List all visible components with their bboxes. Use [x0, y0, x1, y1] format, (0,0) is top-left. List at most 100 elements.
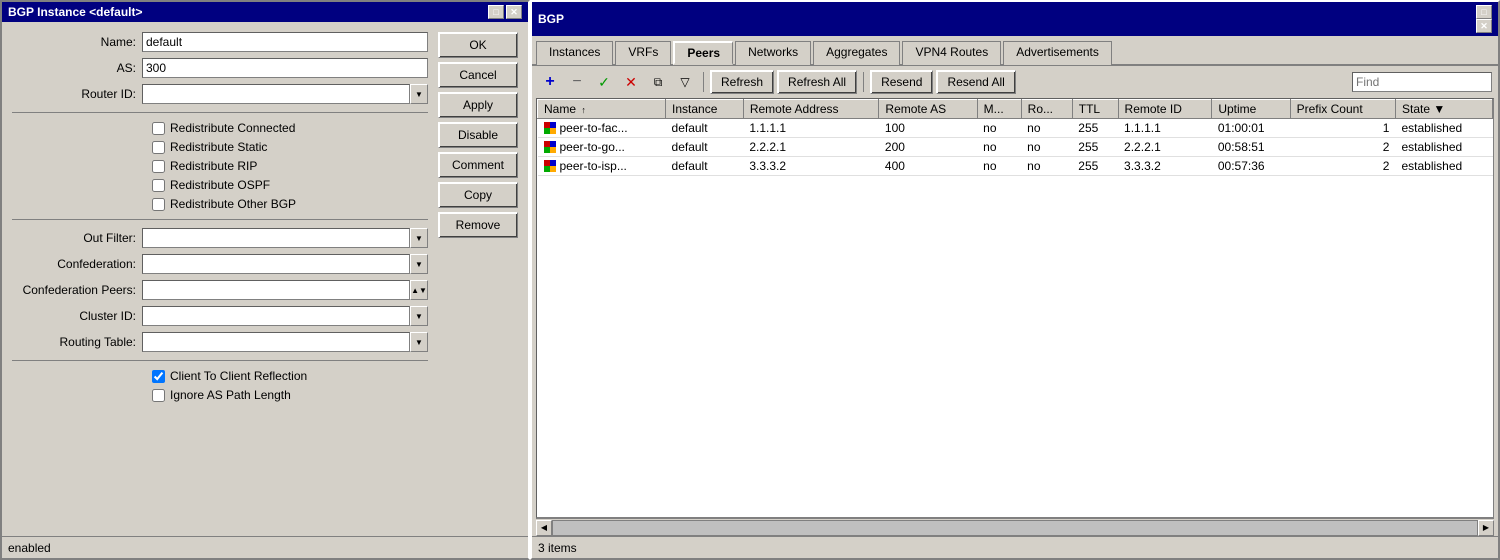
redist-other-bgp-checkbox[interactable] [152, 198, 165, 211]
cell-prefix-count: 2 [1290, 138, 1395, 157]
check-icon[interactable]: ✓ [592, 70, 616, 94]
col-remote-as[interactable]: Remote AS [879, 100, 977, 119]
confederation-label: Confederation: [12, 257, 142, 271]
minimize-button[interactable]: □ [488, 5, 504, 19]
ignore-as-path-label: Ignore AS Path Length [170, 388, 291, 402]
tab-instances[interactable]: Instances [536, 41, 613, 65]
routing-table-row: Routing Table: ▼ [12, 332, 428, 352]
cell-name: peer-to-fac... [538, 119, 666, 138]
copy-icon[interactable]: ⧉ [646, 70, 670, 94]
right-minimize-button[interactable]: □ [1476, 5, 1492, 19]
scroll-track[interactable] [552, 520, 1478, 536]
comment-button[interactable]: Comment [438, 152, 518, 178]
table-row[interactable]: peer-to-fac... default 1.1.1.1 100 no no… [538, 119, 1493, 138]
confederation-peers-input[interactable] [142, 280, 410, 300]
right-close-button[interactable]: ✕ [1476, 19, 1492, 33]
left-status-bar: enabled [2, 536, 528, 558]
name-label: Name: [12, 35, 142, 49]
cell-remote-address: 1.1.1.1 [743, 119, 879, 138]
as-input[interactable] [142, 58, 428, 78]
disable-button[interactable]: Disable [438, 122, 518, 148]
cell-instance: default [666, 157, 744, 176]
confederation-peers-label: Confederation Peers: [12, 283, 142, 297]
redist-ospf-checkbox[interactable] [152, 179, 165, 192]
confederation-peers-arrow[interactable]: ▲▼ [410, 280, 428, 300]
tab-peers[interactable]: Peers [673, 41, 733, 65]
peers-table-container: Name ↑ Instance Remote Address Remote AS… [536, 98, 1494, 518]
ok-button[interactable]: OK [438, 32, 518, 58]
col-uptime[interactable]: Uptime [1212, 100, 1290, 119]
find-input[interactable] [1352, 72, 1492, 92]
routing-table-arrow[interactable]: ▼ [410, 332, 428, 352]
resend-button[interactable]: Resend [870, 70, 933, 94]
routing-table-field: ▼ [142, 332, 428, 352]
cell-remote-address: 2.2.2.1 [743, 138, 879, 157]
col-remote-address[interactable]: Remote Address [743, 100, 879, 119]
cancel-button[interactable]: Cancel [438, 62, 518, 88]
name-row: Name: [12, 32, 428, 52]
cell-remote-as: 100 [879, 119, 977, 138]
refresh-button[interactable]: Refresh [710, 70, 774, 94]
col-m[interactable]: M... [977, 100, 1021, 119]
redist-static-checkbox[interactable] [152, 141, 165, 154]
cell-m: no [977, 157, 1021, 176]
tab-vrfs[interactable]: VRFs [615, 41, 671, 65]
tab-vpn4routes[interactable]: VPN4 Routes [902, 41, 1001, 65]
tab-advertisements[interactable]: Advertisements [1003, 41, 1112, 65]
cell-uptime: 00:58:51 [1212, 138, 1290, 157]
col-remote-id[interactable]: Remote ID [1118, 100, 1212, 119]
routing-table-input[interactable] [142, 332, 410, 352]
cell-remote-id: 2.2.2.1 [1118, 138, 1212, 157]
apply-button[interactable]: Apply [438, 92, 518, 118]
redist-connected-checkbox[interactable] [152, 122, 165, 135]
col-state[interactable]: State ▼ [1395, 100, 1492, 119]
redist-connected-label: Redistribute Connected [170, 121, 295, 135]
divider-3 [12, 360, 428, 361]
resend-all-button[interactable]: Resend All [936, 70, 1015, 94]
table-row[interactable]: peer-to-go... default 2.2.2.1 200 no no … [538, 138, 1493, 157]
scroll-left-button[interactable]: ◀ [536, 520, 552, 536]
redist-static-row: Redistribute Static [152, 140, 428, 154]
col-name[interactable]: Name ↑ [538, 100, 666, 119]
table-row[interactable]: peer-to-isp... default 3.3.3.2 400 no no… [538, 157, 1493, 176]
name-input[interactable] [142, 32, 428, 52]
tab-networks[interactable]: Networks [735, 41, 811, 65]
cluster-id-input[interactable] [142, 306, 410, 326]
refresh-all-button[interactable]: Refresh All [777, 70, 857, 94]
cell-state: established [1395, 138, 1492, 157]
cell-remote-as: 200 [879, 138, 977, 157]
x-icon[interactable]: ✕ [619, 70, 643, 94]
router-id-arrow[interactable]: ▼ [410, 84, 428, 104]
cell-ttl: 255 [1072, 157, 1118, 176]
cell-name: peer-to-isp... [538, 157, 666, 176]
redist-rip-checkbox[interactable] [152, 160, 165, 173]
ignore-as-path-checkbox[interactable] [152, 389, 165, 402]
col-ttl[interactable]: TTL [1072, 100, 1118, 119]
right-title-buttons: □ ✕ [1476, 5, 1492, 33]
add-icon[interactable]: + [538, 70, 562, 94]
col-instance[interactable]: Instance [666, 100, 744, 119]
col-prefix-count[interactable]: Prefix Count [1290, 100, 1395, 119]
client-reflection-checkbox[interactable] [152, 370, 165, 383]
toolbar: + − ✓ ✕ ⧉ ▽ Refresh Refresh All Resend R… [532, 66, 1498, 98]
divider-2 [12, 219, 428, 220]
cluster-id-field: ▼ [142, 306, 428, 326]
confederation-arrow[interactable]: ▼ [410, 254, 428, 274]
remove-button[interactable]: Remove [438, 212, 518, 238]
cluster-id-arrow[interactable]: ▼ [410, 306, 428, 326]
remove-icon[interactable]: − [565, 70, 589, 94]
cell-remote-address: 3.3.3.2 [743, 157, 879, 176]
redist-ospf-label: Redistribute OSPF [170, 178, 270, 192]
scroll-right-button[interactable]: ▶ [1478, 520, 1494, 536]
filter-icon[interactable]: ▽ [673, 70, 697, 94]
tab-aggregates[interactable]: Aggregates [813, 41, 900, 65]
col-ro[interactable]: Ro... [1021, 100, 1072, 119]
copy-button[interactable]: Copy [438, 182, 518, 208]
close-button[interactable]: ✕ [506, 5, 522, 19]
divider-1 [12, 112, 428, 113]
out-filter-arrow[interactable]: ▼ [410, 228, 428, 248]
out-filter-label: Out Filter: [12, 231, 142, 245]
router-id-input[interactable] [142, 84, 410, 104]
confederation-input[interactable] [142, 254, 410, 274]
out-filter-input[interactable] [142, 228, 410, 248]
